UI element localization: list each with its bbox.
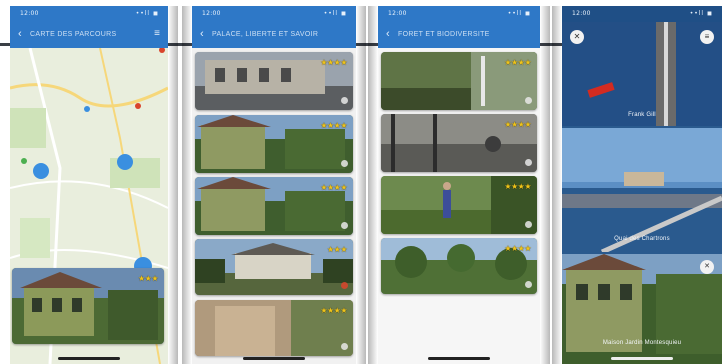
home-indicator xyxy=(243,357,305,360)
screen-title: Palace, Liberté et Savoir xyxy=(212,31,319,38)
detail-panel[interactable]: ✕ Maison Jardin Montesquieu xyxy=(562,254,722,364)
phone-shadow xyxy=(368,6,378,364)
place-photo xyxy=(562,22,722,126)
phone-list-screen: 12:00 ••ll ◼ ‹ Palace, Liberté et Savoir… xyxy=(192,6,356,364)
place-card[interactable]: ★★★★ xyxy=(381,176,537,234)
app-bar: ‹ Palace, Liberté et Savoir xyxy=(192,22,356,48)
place-card[interactable]: ★★★ xyxy=(12,268,164,344)
chevron-left-icon[interactable]: ‹ xyxy=(18,28,22,40)
screenshot-collage: 12:00 ••ll ◼ ‹ Carte des parcours ≡ xyxy=(0,0,722,364)
rating-stars: ★★★★ xyxy=(504,182,531,191)
panel-title: Frank Gill xyxy=(628,112,656,118)
heart-icon[interactable] xyxy=(525,97,532,104)
status-bar: 12:00 ••ll ◼ xyxy=(192,6,356,22)
place-photo xyxy=(562,128,722,252)
hamburger-icon[interactable]: ≡ xyxy=(700,30,714,44)
status-bar: 12:00 ••ll ◼ xyxy=(562,6,722,22)
rating-stars: ★★★★ xyxy=(320,58,347,67)
home-indicator xyxy=(611,357,673,360)
close-icon[interactable]: ✕ xyxy=(700,260,714,274)
status-signal: ••ll ◼ xyxy=(689,10,713,17)
place-card[interactable]: ★★★★ xyxy=(381,238,537,294)
chevron-left-icon[interactable]: ‹ xyxy=(386,28,390,40)
place-card[interactable]: ★★★★ xyxy=(381,114,537,172)
rating-stars: ★★★★ xyxy=(504,244,531,253)
status-signal: ••ll ◼ xyxy=(135,10,159,17)
status-bar: 12:00 ••ll ◼ xyxy=(378,6,540,22)
status-signal: ••ll ◼ xyxy=(323,10,347,17)
phone-shadow xyxy=(356,6,366,364)
detail-panel[interactable]: Quai des Chartrons xyxy=(562,128,722,252)
place-card[interactable]: ★★★★ xyxy=(195,52,353,110)
status-signal: ••ll ◼ xyxy=(507,10,531,17)
heart-icon[interactable] xyxy=(525,159,532,166)
heart-icon[interactable] xyxy=(525,281,532,288)
status-time: 12:00 xyxy=(388,10,407,17)
phone-map-screen: 12:00 ••ll ◼ ‹ Carte des parcours ≡ xyxy=(10,6,168,364)
home-indicator xyxy=(58,357,120,360)
heart-icon[interactable] xyxy=(341,282,348,289)
connector-line xyxy=(0,43,10,46)
map-pin[interactable] xyxy=(135,103,141,109)
panel-title: Quai des Chartrons xyxy=(614,236,670,242)
map-pin[interactable] xyxy=(21,158,27,164)
phone-detail-screen: 12:00 ••ll ◼ ✕ ≡ Frank Gill Quai des Cha… xyxy=(562,6,722,364)
close-icon[interactable]: ✕ xyxy=(570,30,584,44)
rating-stars: ★★★ xyxy=(326,245,348,254)
hamburger-icon[interactable]: ≡ xyxy=(154,29,160,39)
map-cluster-marker[interactable] xyxy=(33,163,49,179)
app-bar: ‹ Forêt et Biodiversité xyxy=(378,22,540,48)
rating-stars: ★★★★ xyxy=(504,120,531,129)
phone-shadow xyxy=(552,6,562,364)
heart-icon[interactable] xyxy=(341,343,348,350)
panel-title: Maison Jardin Montesquieu xyxy=(602,340,682,346)
rating-stars: ★★★★ xyxy=(320,121,347,130)
screen-title: Carte des parcours xyxy=(30,31,117,38)
home-indicator xyxy=(428,357,490,360)
screen-title: Forêt et Biodiversité xyxy=(398,31,490,38)
map-pin[interactable] xyxy=(84,106,90,112)
phone-list-screen: 12:00 ••ll ◼ ‹ Forêt et Biodiversité ★★★… xyxy=(378,6,540,364)
heart-icon[interactable] xyxy=(525,221,532,228)
status-time: 12:00 xyxy=(202,10,221,17)
heart-icon[interactable] xyxy=(341,97,348,104)
place-card[interactable]: ★★★★ xyxy=(381,52,537,110)
map-cluster-marker[interactable] xyxy=(117,154,133,170)
heart-icon[interactable] xyxy=(341,222,348,229)
rating-stars: ★★★★ xyxy=(320,306,347,315)
status-bar: 12:00 ••ll ◼ xyxy=(10,6,168,22)
place-card[interactable]: ★★★★ xyxy=(195,177,353,235)
phone-shadow xyxy=(182,6,192,364)
status-time: 12:00 xyxy=(20,10,39,17)
place-card[interactable]: ★★★★ xyxy=(195,300,353,356)
rating-stars: ★★★★ xyxy=(320,183,347,192)
phone-shadow xyxy=(168,6,178,364)
app-bar: ‹ Carte des parcours ≡ xyxy=(10,22,168,48)
place-card[interactable]: ★★★★ xyxy=(195,115,353,173)
heart-icon[interactable] xyxy=(341,160,348,167)
detail-panel[interactable]: ✕ ≡ Frank Gill xyxy=(562,22,722,126)
rating-stars: ★★★★ xyxy=(504,58,531,67)
place-photo xyxy=(562,254,722,364)
phone-shadow xyxy=(540,6,550,364)
place-card[interactable]: ★★★ xyxy=(195,239,353,295)
chevron-left-icon[interactable]: ‹ xyxy=(200,28,204,40)
rating-stars: ★★★ xyxy=(137,274,159,283)
status-time: 12:00 xyxy=(572,10,591,17)
